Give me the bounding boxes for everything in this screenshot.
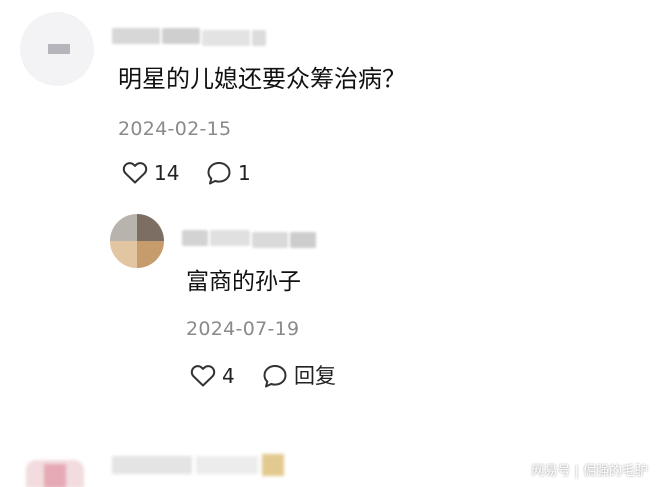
like-button[interactable]: 14 <box>122 160 179 186</box>
avatar[interactable] <box>20 12 94 86</box>
heart-outline-icon <box>122 161 148 185</box>
reply-button[interactable]: 回复 <box>262 363 336 389</box>
like-count: 4 <box>222 364 235 388</box>
comment-date: 2024-02-15 <box>118 118 232 140</box>
avatar-blur-mask <box>48 44 70 54</box>
heart-outline-icon <box>190 364 216 388</box>
username-blurred[interactable] <box>182 226 317 250</box>
speech-bubble-icon <box>262 363 288 389</box>
comment-thread: 明星的儿媳还要众筹治病？ 2024-02-15 14 1 富商的孙子 2024-… <box>0 0 660 487</box>
username-blurred[interactable] <box>112 22 267 50</box>
reply-text: 富商的孙子 <box>186 269 301 295</box>
like-button[interactable]: 4 <box>190 363 235 389</box>
reply-date: 2024-07-19 <box>186 318 300 340</box>
reply-label: 回复 <box>294 364 336 388</box>
comment-button[interactable]: 1 <box>206 160 251 186</box>
comment-text: 明星的儿媳还要众筹治病？ <box>118 65 406 93</box>
speech-bubble-icon <box>206 160 232 186</box>
like-count: 14 <box>154 161 180 185</box>
watermark: 网易号 | 倔强的毛驴 <box>531 464 648 479</box>
reply-count: 1 <box>238 161 251 185</box>
avatar[interactable] <box>110 214 164 268</box>
